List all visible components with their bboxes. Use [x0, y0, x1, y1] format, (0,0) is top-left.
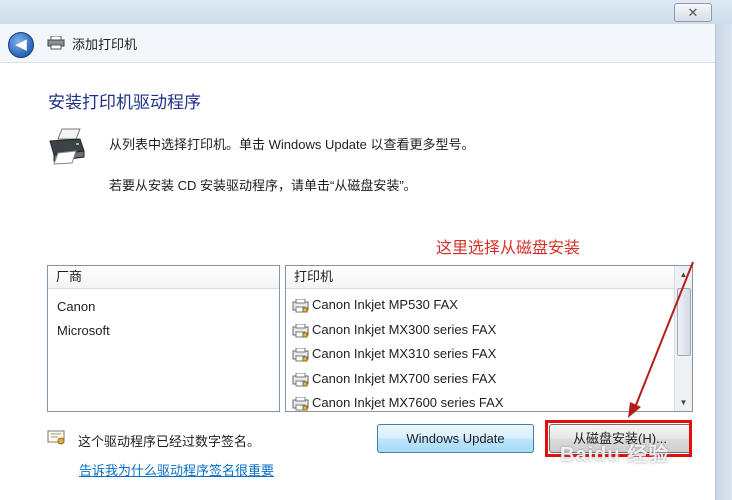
close-button[interactable]: ✕	[674, 3, 712, 22]
manufacturer-item-microsoft[interactable]: Microsoft	[57, 323, 110, 338]
printer-item-label: Canon Inkjet MX300 series FAX	[312, 322, 497, 337]
window-title-bar: ✕	[0, 0, 732, 25]
signed-driver-icon	[47, 430, 65, 445]
red-annotation-text: 这里选择从磁盘安装	[436, 240, 581, 257]
signature-info-link[interactable]: 告诉我为什么驱动程序签名很重要	[79, 460, 274, 479]
signature-status-text: 这个驱动程序已经过数字签名。	[78, 434, 261, 449]
instruction-line-2: 若要从安装 CD 安装驱动程序，请单击“从磁盘安装”。	[109, 178, 417, 193]
printer-item[interactable]: Canon Inkjet MP530 FAX	[292, 295, 458, 315]
back-button[interactable]: ◀	[8, 32, 34, 58]
fax-printer-icon	[292, 298, 309, 313]
printer-item-label: Canon Inkjet MX310 series FAX	[312, 346, 497, 361]
baidu-watermark: Baidu 经验	[560, 444, 670, 466]
manufacturer-item-canon[interactable]: Canon	[57, 299, 95, 314]
printer-list-scrollbar[interactable]: ▲ ▼	[674, 266, 692, 411]
printer-item[interactable]: Canon Inkjet MX700 series FAX	[292, 369, 496, 389]
printer-item-label: Canon Inkjet MX7600 series FAX	[312, 395, 504, 410]
printer-list[interactable]: 打印机 Canon Inkjet MP530 FAX Canon Inkjet …	[285, 265, 693, 412]
manufacturer-column-header[interactable]: 厂商	[48, 266, 279, 289]
printer-column-header[interactable]: 打印机	[286, 266, 692, 289]
printer-install-icon	[49, 128, 85, 165]
manufacturer-list[interactable]: 厂商 Canon Microsoft	[47, 265, 280, 412]
fax-printer-icon	[292, 396, 309, 411]
wizard-title: 添加打印机	[72, 37, 138, 52]
back-arrow-icon: ◀	[15, 36, 27, 53]
page-heading: 安装打印机驱动程序	[48, 93, 201, 112]
scroll-down-icon[interactable]: ▼	[675, 394, 692, 411]
instruction-line-1: 从列表中选择打印机。单击 Windows Update 以查看更多型号。	[109, 137, 475, 152]
close-icon: ✕	[687, 5, 699, 20]
printer-item[interactable]: Canon Inkjet MX7600 series FAX	[292, 393, 504, 413]
wizard-nav-bar: ◀ 添加打印机	[0, 24, 715, 63]
printer-item[interactable]: Canon Inkjet MX300 series FAX	[292, 320, 496, 340]
scroll-thumb[interactable]	[677, 288, 691, 356]
printer-item-label: Canon Inkjet MP530 FAX	[312, 297, 458, 312]
windows-update-button[interactable]: Windows Update	[377, 424, 534, 453]
printer-icon	[47, 36, 65, 50]
fax-printer-icon	[292, 347, 309, 362]
window-frame-edge	[715, 24, 732, 500]
printer-item[interactable]: Canon Inkjet MX310 series FAX	[292, 344, 496, 364]
printer-item-label: Canon Inkjet MX700 series FAX	[312, 371, 497, 386]
fax-printer-icon	[292, 372, 309, 387]
scroll-up-icon[interactable]: ▲	[675, 266, 692, 283]
fax-printer-icon	[292, 323, 309, 338]
